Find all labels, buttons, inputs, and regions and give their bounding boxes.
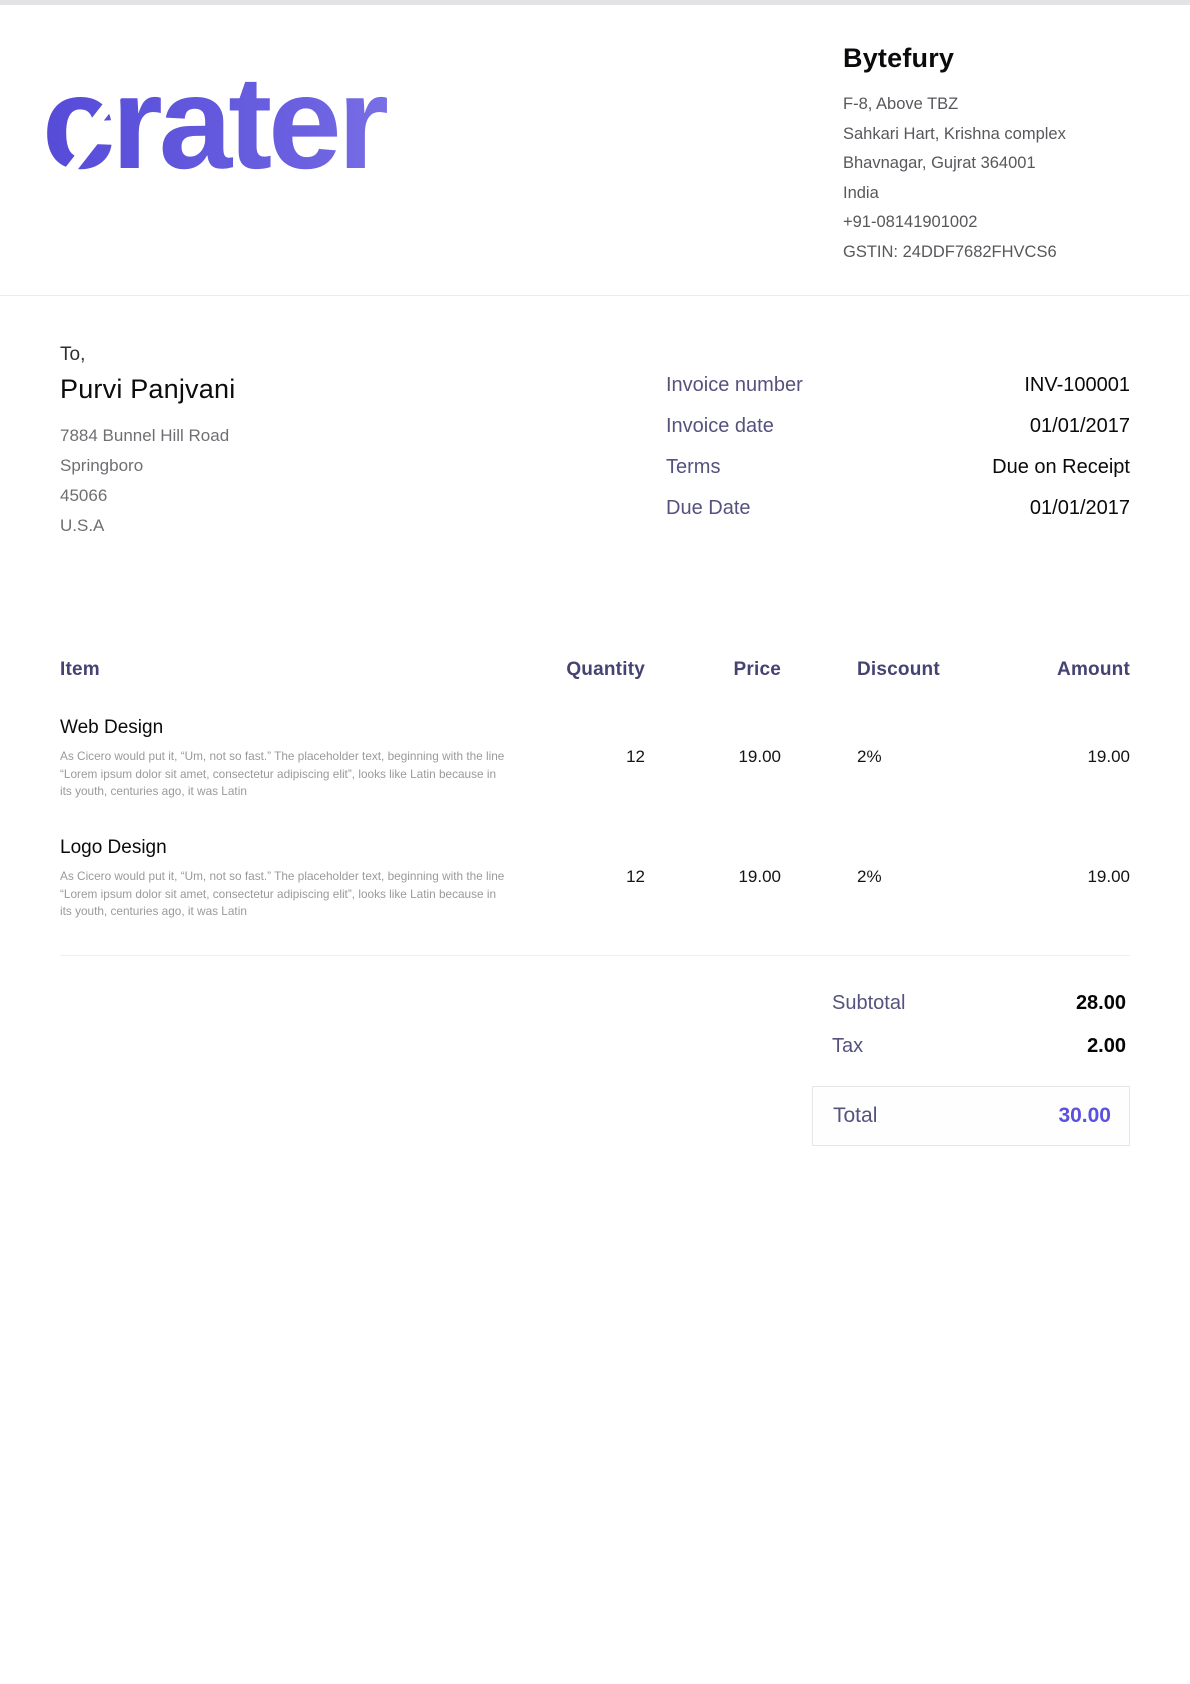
due-date-label: Due Date bbox=[666, 497, 751, 520]
item-price: 19.00 bbox=[645, 837, 781, 887]
item-quantity: 12 bbox=[550, 837, 645, 887]
item-discount: 2% bbox=[781, 837, 975, 887]
total-label: Total bbox=[833, 1104, 877, 1128]
table-bottom-divider bbox=[60, 955, 1130, 956]
items-table-header: Item Quantity Price Discount Amount bbox=[60, 659, 1130, 681]
customer-name: Purvi Panjvani bbox=[60, 374, 666, 405]
customer-address-line: U.S.A bbox=[60, 511, 666, 541]
company-address-line: India bbox=[843, 179, 1153, 209]
terms-value: Due on Receipt bbox=[992, 456, 1130, 479]
subtotal-row: Subtotal 28.00 bbox=[812, 992, 1130, 1015]
subtotal-label: Subtotal bbox=[832, 992, 905, 1015]
tax-row: Tax 2.00 bbox=[812, 1035, 1130, 1058]
column-header-quantity: Quantity bbox=[550, 659, 645, 681]
invoice-date-row: Invoice date 01/01/2017 bbox=[666, 415, 1130, 438]
invoice-date-label: Invoice date bbox=[666, 415, 774, 438]
terms-row: Terms Due on Receipt bbox=[666, 456, 1130, 479]
invoice-page: crater Bytefury F-8, Above TBZ Sahkari H… bbox=[0, 0, 1190, 1684]
table-row: Web Design As Cicero would put it, “Um, … bbox=[60, 717, 1130, 801]
total-box: Total 30.00 bbox=[812, 1086, 1130, 1146]
crater-logo: crater bbox=[42, 57, 512, 217]
item-cell: Logo Design As Cicero would put it, “Um,… bbox=[60, 837, 550, 921]
invoice-number-label: Invoice number bbox=[666, 374, 803, 397]
item-amount: 19.00 bbox=[975, 837, 1130, 887]
tax-label: Tax bbox=[832, 1035, 863, 1058]
bill-to-label: To, bbox=[60, 344, 666, 366]
invoice-header: crater Bytefury F-8, Above TBZ Sahkari H… bbox=[0, 5, 1190, 296]
column-header-item: Item bbox=[60, 659, 550, 681]
tax-value: 2.00 bbox=[1087, 1035, 1126, 1058]
company-address-line: Bhavnagar, Gujrat 364001 bbox=[843, 149, 1153, 179]
customer-address-line: 7884 Bunnel Hill Road bbox=[60, 421, 666, 451]
company-name: Bytefury bbox=[843, 43, 1153, 74]
customer-address-line: 45066 bbox=[60, 481, 666, 511]
column-header-amount: Amount bbox=[975, 659, 1130, 681]
company-gstin: GSTIN: 24DDF7682FHVCS6 bbox=[843, 238, 1153, 268]
invoice-number-value: INV-100001 bbox=[1024, 374, 1130, 397]
total-value: 30.00 bbox=[1058, 1104, 1111, 1128]
item-description: As Cicero would put it, “Um, not so fast… bbox=[60, 748, 510, 801]
customer-address: 7884 Bunnel Hill Road Springboro 45066 U… bbox=[60, 421, 666, 541]
subtotal-value: 28.00 bbox=[1076, 992, 1126, 1015]
column-header-price: Price bbox=[645, 659, 781, 681]
item-name: Web Design bbox=[60, 717, 550, 739]
item-discount: 2% bbox=[781, 717, 975, 767]
customer-address-line: Springboro bbox=[60, 451, 666, 481]
due-date-value: 01/01/2017 bbox=[1030, 497, 1130, 520]
table-row: Logo Design As Cicero would put it, “Um,… bbox=[60, 837, 1130, 921]
item-description: As Cicero would put it, “Um, not so fast… bbox=[60, 868, 510, 921]
company-address-line: F-8, Above TBZ bbox=[843, 90, 1153, 120]
company-address: F-8, Above TBZ Sahkari Hart, Krishna com… bbox=[843, 90, 1153, 267]
invoice-date-value: 01/01/2017 bbox=[1030, 415, 1130, 438]
company-address-line: Sahkari Hart, Krishna complex bbox=[843, 120, 1153, 150]
item-name: Logo Design bbox=[60, 837, 550, 859]
item-quantity: 12 bbox=[550, 717, 645, 767]
totals-section: Subtotal 28.00 Tax 2.00 Total 30.00 bbox=[812, 992, 1130, 1146]
invoice-meta: Invoice number INV-100001 Invoice date 0… bbox=[666, 344, 1130, 541]
invoice-info-section: To, Purvi Panjvani 7884 Bunnel Hill Road… bbox=[0, 344, 1190, 541]
crater-logo-text: crater bbox=[42, 57, 512, 189]
invoice-number-row: Invoice number INV-100001 bbox=[666, 374, 1130, 397]
items-table: Item Quantity Price Discount Amount Web … bbox=[60, 659, 1130, 956]
terms-label: Terms bbox=[666, 456, 720, 479]
item-price: 19.00 bbox=[645, 717, 781, 767]
column-header-discount: Discount bbox=[781, 659, 975, 681]
company-info: Bytefury F-8, Above TBZ Sahkari Hart, Kr… bbox=[843, 43, 1153, 267]
item-cell: Web Design As Cicero would put it, “Um, … bbox=[60, 717, 550, 801]
due-date-row: Due Date 01/01/2017 bbox=[666, 497, 1130, 520]
company-phone: +91-08141901002 bbox=[843, 208, 1153, 238]
bill-to-block: To, Purvi Panjvani 7884 Bunnel Hill Road… bbox=[60, 344, 666, 541]
item-amount: 19.00 bbox=[975, 717, 1130, 767]
